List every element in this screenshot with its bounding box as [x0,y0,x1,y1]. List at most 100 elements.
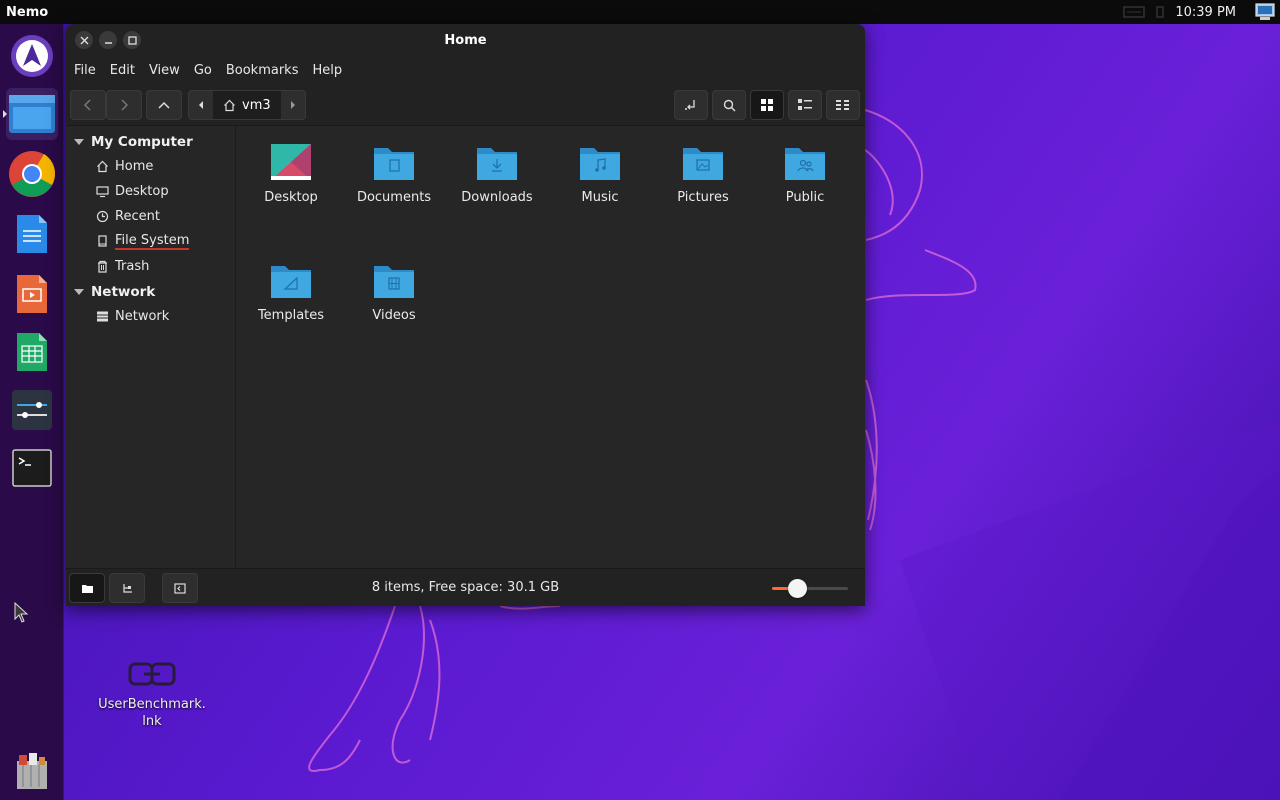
triangle-left-icon [199,101,203,109]
downloads-folder-icon [477,148,517,180]
network-tray-icon[interactable] [1123,5,1146,19]
sidebar-item-desktop[interactable]: Desktop [66,179,235,204]
dock-item-writer[interactable] [6,208,58,260]
sidebar-item-label: Recent [115,209,160,224]
sidebar-item-label: File System [115,232,190,250]
dock-item-impress[interactable] [6,268,58,320]
menu-go[interactable]: Go [188,63,218,78]
maximize-button[interactable] [123,31,141,49]
chrome-icon [9,151,56,197]
compact-view-button[interactable] [826,90,860,120]
path-scroll-left[interactable] [189,91,213,119]
location-entry-icon [685,100,695,110]
back-button[interactable] [70,90,106,120]
window-title: Home [444,32,487,48]
breadcrumb-home[interactable]: vm3 [213,91,281,119]
videos-folder-icon [374,266,414,298]
toggle-location-button[interactable] [674,90,708,120]
sidebar-item-home[interactable]: Home [66,154,235,179]
search-button[interactable] [712,90,746,120]
dock-item-launcher[interactable] [6,30,58,82]
archive-icon [17,753,47,789]
sidebar: My Computer Home Desktop Recent File Sys… [66,126,236,568]
triangle-right-icon [290,101,295,109]
menu-bookmarks[interactable]: Bookmarks [220,63,305,78]
sidebar-item-label: Trash [115,259,150,274]
dock-item-chrome[interactable] [6,148,58,200]
chevron-right-icon [121,99,129,111]
chevron-left-icon [83,99,91,111]
file-label: Pictures [677,190,729,205]
active-app-name[interactable]: Nemo [0,5,48,20]
computer-tray-icon[interactable] [1254,2,1276,22]
sidebar-section-my-computer[interactable]: My Computer [66,129,235,154]
grid-view-icon [761,99,773,111]
close-icon [80,36,88,44]
close-button[interactable] [75,31,93,49]
dock-item-files[interactable] [3,88,58,140]
spreadsheet-icon [17,333,47,371]
sidebar-item-file-system[interactable]: File System [66,229,235,254]
zoom-slider-handle[interactable] [788,579,808,598]
sidebar-item-recent[interactable]: Recent [66,204,235,229]
shortcut-label-line1: UserBenchmark. [98,697,206,712]
menu-file[interactable]: File [68,63,102,78]
file-item-documents[interactable]: Documents [344,142,444,205]
file-item-templates[interactable]: Templates [241,260,341,323]
minimize-button[interactable] [99,31,117,49]
file-item-desktop[interactable]: Desktop [241,142,341,205]
drive-icon [98,235,107,247]
file-label: Music [581,190,619,205]
desktop-folder-icon [271,144,311,180]
chevron-up-icon [158,101,170,109]
document-icon [17,215,47,253]
menu-help[interactable]: Help [306,63,348,78]
home-icon [224,99,235,111]
expand-triangle-icon [74,138,84,145]
menu-view[interactable]: View [143,63,186,78]
file-item-videos[interactable]: Videos [344,260,444,323]
file-label: Public [785,190,825,205]
menu-edit[interactable]: Edit [104,63,141,78]
trash-icon [98,260,107,273]
file-item-music[interactable]: Music [550,142,650,205]
sidebar-item-trash[interactable]: Trash [66,254,235,279]
clock[interactable]: 10:39 PM [1175,5,1236,20]
file-label: Desktop [264,190,318,205]
file-manager-window: Home File Edit View Go Bookmarks Help vm… [66,24,865,606]
file-item-pictures[interactable]: Pictures [653,142,753,205]
music-folder-icon [580,148,620,180]
zoom-slider[interactable] [772,579,848,598]
list-view-button[interactable] [788,90,822,120]
dock-item-settings[interactable] [6,384,58,436]
file-item-downloads[interactable]: Downloads [447,142,547,205]
sidebar-item-network[interactable]: Network [66,304,235,329]
file-item-public[interactable]: Public [755,142,855,205]
top-panel: Nemo 10:39 PM [0,0,1280,24]
running-indicator [3,110,7,118]
desktop-shortcut-userbenchmark[interactable]: UserBenchmark. lnk [92,656,212,730]
expand-triangle-icon [74,288,84,295]
icon-view-button[interactable] [750,90,784,120]
file-grid: Desktop Documents Downloads Music Pictur… [236,126,865,568]
forward-button[interactable] [106,90,142,120]
path-scroll-right[interactable] [281,91,305,119]
sliders-icon [12,390,52,430]
maximize-icon [127,35,137,45]
status-bar: 8 items, Free space: 30.1 GB [66,568,865,606]
pictures-folder-icon [683,148,723,180]
link-icon [128,662,176,686]
sidebar-section-network[interactable]: Network [66,279,235,304]
dock-item-terminal[interactable] [6,442,58,494]
up-button[interactable] [146,90,182,120]
breadcrumb-label: vm3 [242,97,271,113]
dock-item-calc[interactable] [6,326,58,378]
list-view-icon [798,99,812,110]
templates-folder-icon [271,266,311,298]
dock [0,24,64,800]
file-label: Templates [257,308,325,323]
dock-item-archive[interactable] [6,744,58,796]
terminal-icon [12,449,52,487]
title-bar[interactable]: Home [66,24,865,56]
battery-tray-icon[interactable] [1155,5,1165,19]
